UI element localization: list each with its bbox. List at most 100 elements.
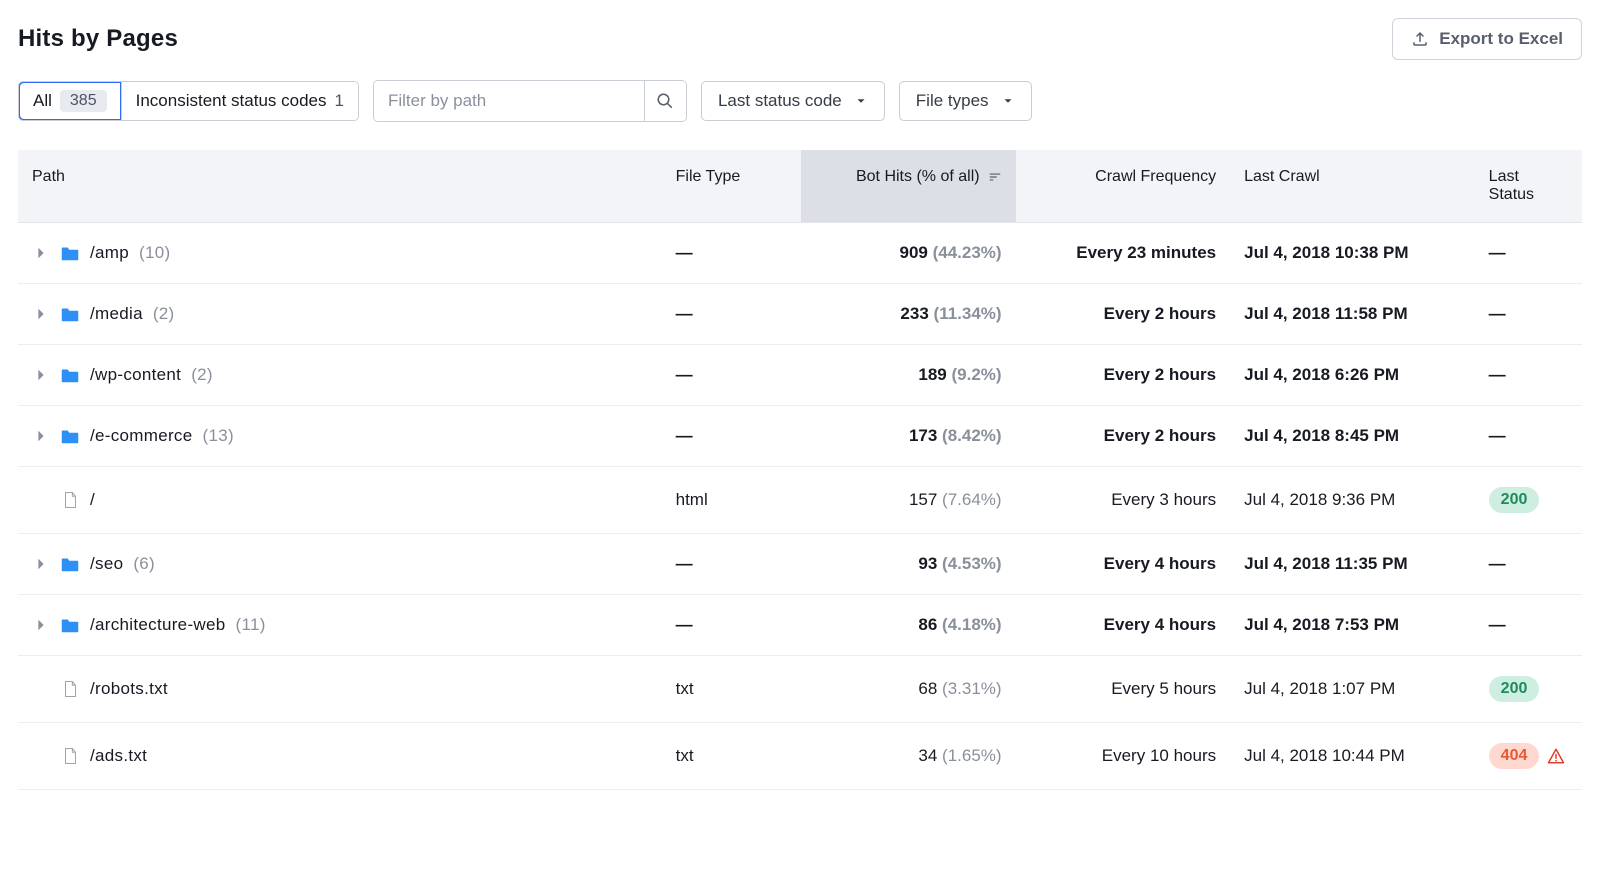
status-badge: 200	[1489, 487, 1540, 513]
row-hits: 173	[909, 426, 937, 445]
expand-toggle[interactable]	[32, 618, 50, 632]
table-row[interactable]: /amp (10) — 909 (44.23%) Every 23 minute…	[18, 223, 1582, 284]
row-filetype: —	[676, 554, 694, 573]
row-filetype: —	[676, 304, 694, 323]
export-icon	[1411, 30, 1429, 48]
row-frequency: Every 23 minutes	[1076, 243, 1216, 262]
row-count: (6)	[133, 554, 155, 574]
row-count: (2)	[191, 365, 213, 385]
row-hits-pct: (44.23%)	[933, 243, 1002, 262]
dropdown-file-types[interactable]: File types	[899, 81, 1032, 121]
folder-icon	[61, 246, 79, 261]
table-row[interactable]: /robots.txt txt 68 (3.31%) Every 5 hours…	[18, 656, 1582, 723]
row-status: —	[1489, 426, 1507, 445]
row-frequency: Every 2 hours	[1104, 426, 1216, 445]
row-icon	[60, 246, 80, 261]
chevron-right-icon	[36, 368, 46, 382]
row-last-crawl: Jul 4, 2018 10:44 PM	[1244, 746, 1405, 765]
row-hits: 34	[918, 746, 937, 765]
expand-toggle[interactable]	[32, 246, 50, 260]
file-icon	[63, 491, 78, 509]
row-filetype: —	[676, 243, 694, 262]
row-last-crawl: Jul 4, 2018 1:07 PM	[1244, 679, 1395, 698]
row-hits: 157	[909, 490, 937, 509]
row-status: —	[1489, 304, 1507, 323]
export-button[interactable]: Export to Excel	[1392, 18, 1582, 60]
row-icon	[60, 368, 80, 383]
chevron-right-icon	[36, 557, 46, 571]
row-icon	[60, 618, 80, 633]
row-path: /ads.txt	[90, 746, 147, 766]
path-filter-input[interactable]	[374, 81, 644, 121]
chevron-down-icon	[854, 94, 868, 108]
tab-inconsistent-label: Inconsistent status codes	[136, 91, 327, 111]
table-row[interactable]: /ads.txt txt 34 (1.65%) Every 10 hoursJu…	[18, 723, 1582, 790]
row-last-crawl: Jul 4, 2018 10:38 PM	[1244, 243, 1408, 262]
row-frequency: Every 2 hours	[1104, 365, 1216, 384]
row-hits: 93	[918, 554, 937, 573]
file-icon	[63, 680, 78, 698]
hits-table: Path File Type Bot Hits (% of all) Crawl…	[18, 150, 1582, 790]
row-frequency: Every 4 hours	[1104, 615, 1216, 634]
row-count: (13)	[203, 426, 234, 446]
chevron-down-icon	[1001, 94, 1015, 108]
folder-icon	[61, 557, 79, 572]
col-crawl-freq[interactable]: Crawl Frequency	[1016, 150, 1231, 223]
folder-icon	[61, 368, 79, 383]
row-last-crawl: Jul 4, 2018 7:53 PM	[1244, 615, 1399, 634]
col-bot-hits-label: Bot Hits (% of all)	[856, 168, 980, 186]
row-frequency: Every 10 hours	[1102, 746, 1216, 765]
row-filetype: —	[676, 615, 694, 634]
col-bot-hits[interactable]: Bot Hits (% of all)	[801, 150, 1016, 223]
path-filter-group	[373, 80, 687, 122]
col-file-type[interactable]: File Type	[662, 150, 801, 223]
row-hits-pct: (1.65%)	[942, 746, 1002, 765]
table-row[interactable]: /wp-content (2) — 189 (9.2%) Every 2 hou…	[18, 345, 1582, 406]
row-count: (2)	[153, 304, 175, 324]
row-icon	[60, 491, 80, 509]
expand-toggle[interactable]	[32, 429, 50, 443]
chevron-right-icon	[36, 307, 46, 321]
expand-toggle[interactable]	[32, 368, 50, 382]
expand-toggle[interactable]	[32, 307, 50, 321]
tab-inconsistent[interactable]: Inconsistent status codes 1	[121, 82, 358, 120]
row-icon	[60, 680, 80, 698]
row-hits: 86	[918, 615, 937, 634]
file-icon	[63, 747, 78, 765]
row-icon	[60, 429, 80, 444]
expand-toggle[interactable]	[32, 557, 50, 571]
dropdown-last-status[interactable]: Last status code	[701, 81, 885, 121]
tab-all[interactable]: All 385	[19, 82, 121, 120]
row-frequency: Every 2 hours	[1104, 304, 1216, 323]
row-last-crawl: Jul 4, 2018 11:58 PM	[1244, 304, 1408, 323]
row-filetype: txt	[676, 679, 694, 698]
table-row[interactable]: /architecture-web (11) — 86 (4.18%) Ever…	[18, 595, 1582, 656]
folder-icon	[61, 618, 79, 633]
chevron-right-icon	[36, 429, 46, 443]
row-last-crawl: Jul 4, 2018 8:45 PM	[1244, 426, 1399, 445]
row-path: /e-commerce	[90, 426, 193, 446]
row-path: /media	[90, 304, 143, 324]
row-hits-pct: (8.42%)	[942, 426, 1002, 445]
path-filter-submit[interactable]	[644, 81, 686, 121]
col-last-status[interactable]: Last Status	[1475, 150, 1582, 223]
row-hits: 233	[900, 304, 928, 323]
table-row[interactable]: /e-commerce (13) — 173 (8.42%) Every 2 h…	[18, 406, 1582, 467]
row-frequency: Every 3 hours	[1111, 490, 1216, 509]
table-row[interactable]: /media (2) — 233 (11.34%) Every 2 hours J…	[18, 284, 1582, 345]
row-hits-pct: (11.34%)	[934, 304, 1002, 323]
row-hits: 189	[918, 365, 946, 384]
row-filetype: —	[676, 365, 694, 384]
status-badge: 200	[1489, 676, 1540, 702]
tab-inconsistent-count: 1	[335, 91, 344, 111]
row-frequency: Every 4 hours	[1104, 554, 1216, 573]
col-path[interactable]: Path	[18, 150, 662, 223]
col-last-crawl[interactable]: Last Crawl	[1230, 150, 1475, 223]
tab-all-count: 385	[60, 90, 107, 112]
row-hits: 68	[918, 679, 937, 698]
row-icon	[60, 307, 80, 322]
table-row[interactable]: /seo (6) — 93 (4.53%) Every 4 hoursJul 4…	[18, 534, 1582, 595]
tab-all-label: All	[33, 91, 52, 111]
row-last-crawl: Jul 4, 2018 9:36 PM	[1244, 490, 1395, 509]
table-row[interactable]: / html 157 (7.64%) Every 3 hoursJul 4, 2…	[18, 467, 1582, 534]
